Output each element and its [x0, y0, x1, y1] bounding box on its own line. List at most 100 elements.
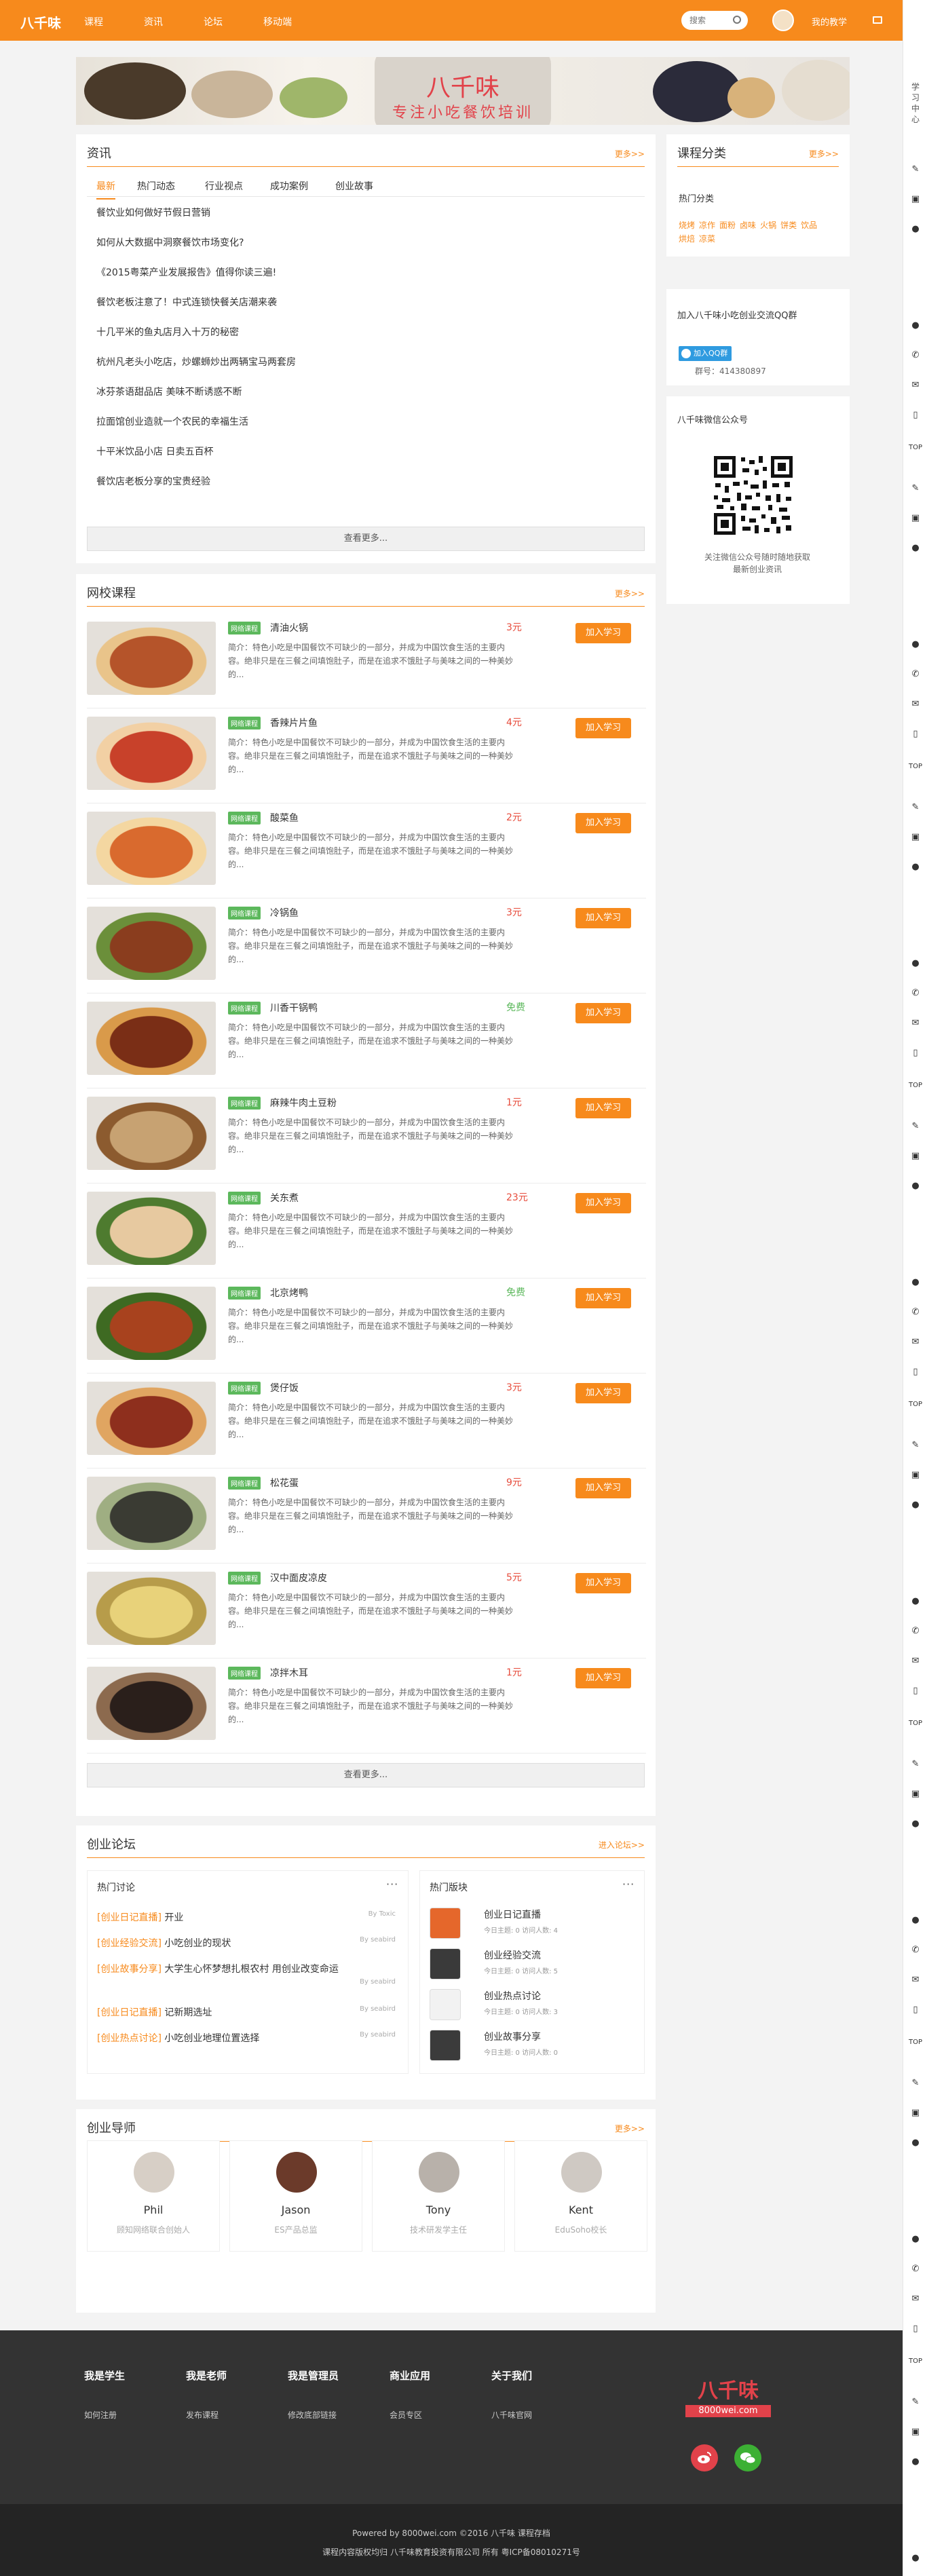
- join-course-button[interactable]: 加入学习: [575, 1573, 631, 1593]
- chat-icon[interactable]: ✉: [903, 372, 927, 399]
- news-item[interactable]: 餐饮店老板分享的宝贵经验: [96, 475, 296, 505]
- back-to-top-button[interactable]: TOP: [903, 2348, 927, 2375]
- weibo-icon[interactable]: [691, 2444, 718, 2471]
- mobile-icon[interactable]: ▯: [903, 1678, 927, 1705]
- join-course-button[interactable]: 加入学习: [575, 1478, 631, 1498]
- join-course-button[interactable]: 加入学习: [575, 1003, 631, 1023]
- rail-learning-center[interactable]: 学习中心: [911, 81, 920, 125]
- board-name[interactable]: 创业经验交流: [484, 1948, 541, 1962]
- edit-icon[interactable]: ✎: [903, 1751, 927, 1778]
- edit-icon[interactable]: ✎: [903, 2070, 927, 2097]
- nav-forum[interactable]: 论坛: [204, 15, 223, 29]
- phone-icon[interactable]: ✆: [903, 661, 927, 688]
- back-to-top-button[interactable]: TOP: [903, 434, 927, 461]
- course-thumbnail[interactable]: [87, 622, 216, 695]
- chat-icon[interactable]: ✉: [903, 1967, 927, 1994]
- promo-banner[interactable]: 八千味 专注小吃餐饮培训: [76, 57, 850, 125]
- more-icon[interactable]: ···: [622, 1878, 635, 1891]
- course-thumbnail[interactable]: [87, 1667, 216, 1740]
- mentor-name[interactable]: Tony: [373, 2203, 504, 2216]
- topic-item[interactable]: [创业日记直播] 记新期选址 By seabird: [97, 2005, 396, 2019]
- topic-category[interactable]: [创业热点讨论]: [97, 2033, 162, 2044]
- mentor-card[interactable]: Tony 技术研发学主任: [372, 2140, 505, 2252]
- tab-industry[interactable]: 行业视点: [205, 179, 243, 193]
- site-logo[interactable]: 八千味: [20, 12, 61, 32]
- chat-icon[interactable]: ✉: [903, 691, 927, 718]
- course-thumbnail[interactable]: [87, 1097, 216, 1170]
- course-thumbnail[interactable]: [87, 1002, 216, 1075]
- join-course-button[interactable]: 加入学习: [575, 1668, 631, 1688]
- tab-success[interactable]: 成功案例: [270, 179, 308, 193]
- my-teaching-link[interactable]: 我的教学: [812, 15, 847, 28]
- news-item[interactable]: 餐饮老板注意了！中式连锁快餐关店潮来袭: [96, 296, 296, 326]
- footer-link[interactable]: 八千味官网: [491, 2409, 532, 2421]
- board-item[interactable]: 创业热点讨论 今日主题: 0 访问人数: 3: [430, 1988, 620, 2022]
- mentor-avatar[interactable]: [561, 2152, 602, 2193]
- news-item[interactable]: 冰芬茶语甜品店 美味不断诱惑不断: [96, 385, 296, 415]
- join-course-button[interactable]: 加入学习: [575, 1383, 631, 1403]
- topic-item[interactable]: [创业故事分享] 大学生心怀梦想扎根农村 用创业改变命运 By seabird: [97, 1962, 396, 1986]
- mobile-icon[interactable]: ▯: [903, 721, 927, 748]
- join-qq-button[interactable]: 加入QQ群: [679, 346, 732, 361]
- more-icon[interactable]: ···: [386, 1878, 398, 1891]
- topic-title[interactable]: 小吃创业的现状: [164, 1938, 231, 1949]
- tab-story[interactable]: 创业故事: [335, 179, 373, 193]
- footer-link[interactable]: 发布课程: [186, 2409, 219, 2421]
- phone-icon[interactable]: ✆: [903, 2256, 927, 2283]
- course-thumbnail[interactable]: [87, 1572, 216, 1645]
- topic-category[interactable]: [创业经验交流]: [97, 1938, 162, 1949]
- category-link[interactable]: 饮品: [801, 219, 817, 232]
- bell-icon[interactable]: ●: [903, 216, 927, 243]
- phone-icon[interactable]: ▣: [903, 824, 927, 851]
- mentor-avatar[interactable]: [419, 2152, 459, 2193]
- join-course-button[interactable]: 加入学习: [575, 718, 631, 738]
- course-thumbnail[interactable]: [87, 1382, 216, 1455]
- back-to-top-button[interactable]: TOP: [903, 753, 927, 780]
- category-link[interactable]: 凉菜: [699, 232, 715, 246]
- edit-icon[interactable]: ✎: [903, 794, 927, 821]
- board-icon[interactable]: [430, 1989, 461, 2020]
- course-thumbnail[interactable]: [87, 1287, 216, 1360]
- topic-title[interactable]: 记新期选址: [164, 2007, 212, 2018]
- board-icon[interactable]: [430, 1948, 461, 1980]
- bell-icon[interactable]: ●: [903, 2129, 927, 2157]
- mentor-name[interactable]: Kent: [515, 2203, 647, 2216]
- board-item[interactable]: 创业日记直播 今日主题: 0 访问人数: 4: [430, 1906, 620, 1940]
- topic-category[interactable]: [创业故事分享]: [97, 1964, 162, 1975]
- back-to-top-button[interactable]: TOP: [903, 1072, 927, 1099]
- topic-title[interactable]: 开业: [164, 1912, 183, 1923]
- course-thumbnail[interactable]: [87, 717, 216, 790]
- join-course-button[interactable]: 加入学习: [575, 1098, 631, 1118]
- course-title[interactable]: 关东煮: [270, 1191, 299, 1205]
- chat-icon[interactable]: ✉: [903, 1329, 927, 1356]
- nav-news[interactable]: 资讯: [144, 15, 163, 29]
- chat-icon[interactable]: ✉: [903, 1010, 927, 1037]
- footer-link[interactable]: 如何注册: [84, 2409, 117, 2421]
- news-item[interactable]: 如何从大数据中洞察餐饮市场变化?: [96, 236, 296, 266]
- phone-icon[interactable]: ✆: [903, 342, 927, 369]
- category-link[interactable]: 烘焙: [679, 232, 695, 246]
- news-item[interactable]: 餐饮业如何做好节假日营销: [96, 206, 296, 236]
- course-thumbnail[interactable]: [87, 812, 216, 885]
- mentor-avatar[interactable]: [276, 2152, 317, 2193]
- edit-icon[interactable]: ✎: [903, 156, 927, 183]
- join-course-button[interactable]: 加入学习: [575, 813, 631, 833]
- board-name[interactable]: 创业日记直播: [484, 1908, 541, 1921]
- phone-icon[interactable]: ▣: [903, 505, 927, 532]
- course-title[interactable]: 凉拌木耳: [270, 1666, 308, 1680]
- footer-link[interactable]: 会员专区: [390, 2409, 422, 2421]
- course-title[interactable]: 川香干锅鸭: [270, 1001, 318, 1015]
- board-name[interactable]: 创业故事分享: [484, 2030, 541, 2043]
- category-more-link[interactable]: 更多>>: [809, 148, 839, 159]
- edit-icon[interactable]: ✎: [903, 2389, 927, 2416]
- join-course-button[interactable]: 加入学习: [575, 908, 631, 928]
- bell-icon[interactable]: ●: [903, 1811, 927, 1838]
- mobile-icon[interactable]: ▯: [903, 1359, 927, 1386]
- course-title[interactable]: 煲仔饭: [270, 1381, 299, 1395]
- course-title[interactable]: 香辣片片鱼: [270, 716, 318, 730]
- search-icon[interactable]: [733, 16, 741, 24]
- phone-icon[interactable]: ▣: [903, 2100, 927, 2127]
- board-item[interactable]: 创业经验交流 今日主题: 0 访问人数: 5: [430, 1947, 620, 1981]
- footer-link[interactable]: 修改底部链接: [288, 2409, 337, 2421]
- tab-latest[interactable]: 最新: [96, 179, 115, 200]
